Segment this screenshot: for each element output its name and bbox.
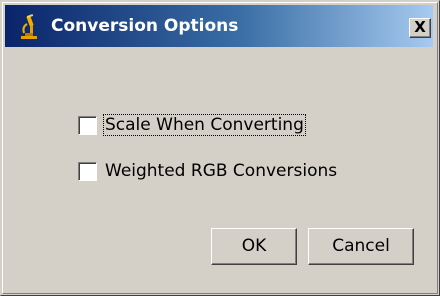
microscope-icon [19,14,39,40]
close-button[interactable]: X [409,18,431,38]
scale-when-converting-option[interactable]: Scale When Converting [78,112,306,138]
weighted-rgb-conversions-checkbox[interactable] [78,161,97,181]
cancel-button[interactable]: Cancel [308,228,414,265]
scale-when-converting-label[interactable]: Scale When Converting [103,114,306,136]
conversion-options-dialog: Conversion Options X Scale When Converti… [0,0,440,296]
title-bar[interactable]: Conversion Options X [5,5,433,47]
weighted-rgb-conversions-option[interactable]: Weighted RGB Conversions [78,158,339,184]
ok-button[interactable]: OK [211,228,297,265]
dialog-title: Conversion Options [51,16,239,36]
weighted-rgb-conversions-label[interactable]: Weighted RGB Conversions [103,160,339,182]
scale-when-converting-checkbox[interactable] [78,115,97,135]
